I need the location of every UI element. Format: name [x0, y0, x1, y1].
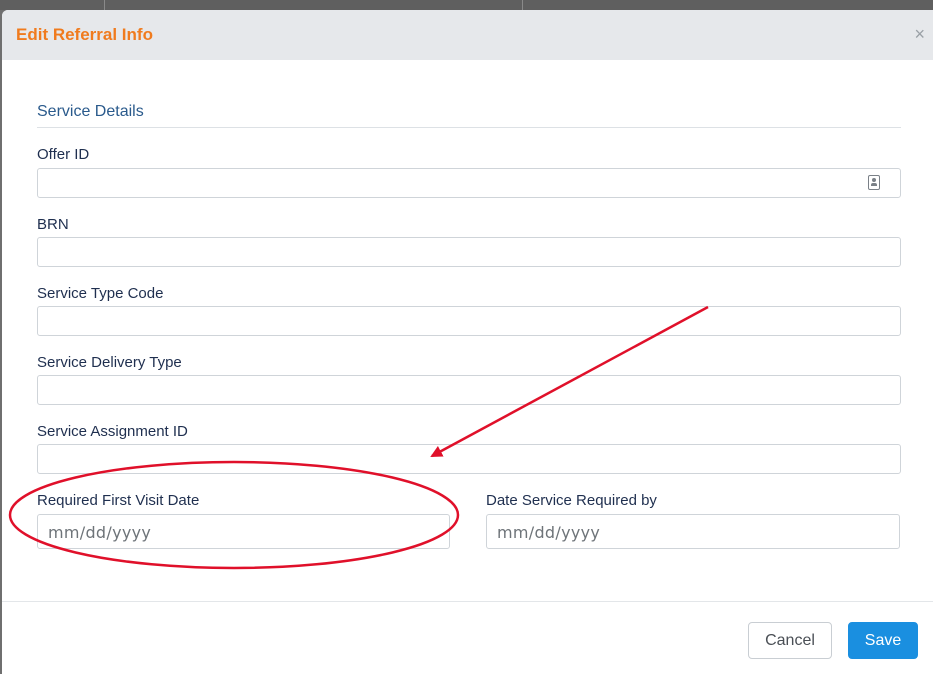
edit-referral-modal: Edit Referral Info × Service Details Off…: [2, 10, 933, 674]
brn-label: BRN: [37, 216, 69, 233]
service-assignment-id-label: Service Assignment ID: [37, 423, 188, 440]
service-type-code-label: Service Type Code: [37, 285, 164, 302]
service-delivery-type-label: Service Delivery Type: [37, 354, 182, 371]
cancel-button[interactable]: Cancel: [748, 622, 832, 659]
page-backdrop: [0, 0, 933, 10]
required-first-visit-date-input[interactable]: mm/dd/yyyy: [37, 514, 450, 549]
date-service-required-by-input[interactable]: mm/dd/yyyy: [486, 514, 900, 549]
backdrop-divider: [522, 0, 523, 10]
section-title: Service Details: [37, 103, 144, 120]
offer-id-input[interactable]: [37, 168, 901, 198]
modal-title: Edit Referral Info: [16, 25, 153, 44]
service-delivery-type-input[interactable]: [37, 375, 901, 405]
save-button[interactable]: Save: [848, 622, 918, 659]
brn-input[interactable]: [37, 237, 901, 267]
modal-footer: Cancel Save: [2, 601, 933, 674]
service-type-code-input[interactable]: [37, 306, 901, 336]
section-divider: [37, 127, 901, 128]
backdrop-divider: [104, 0, 105, 10]
date-service-required-by-label: Date Service Required by: [486, 492, 657, 509]
offer-id-label: Offer ID: [37, 146, 90, 163]
close-icon[interactable]: ×: [914, 24, 925, 44]
service-assignment-id-input[interactable]: [37, 444, 901, 474]
required-first-visit-date-label: Required First Visit Date: [37, 492, 200, 509]
contact-card-icon[interactable]: [868, 175, 880, 190]
modal-header: Edit Referral Info ×: [2, 10, 933, 60]
